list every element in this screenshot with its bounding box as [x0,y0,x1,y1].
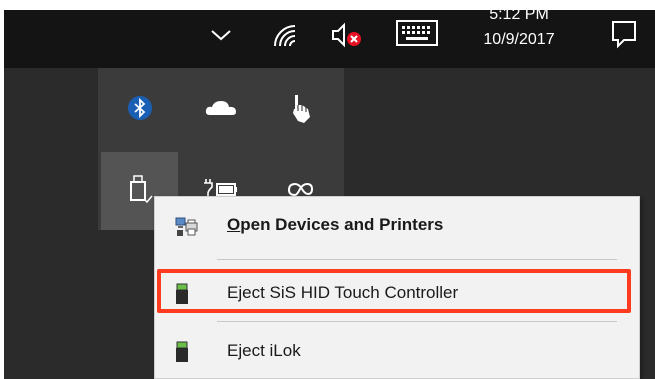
clock-date: 10/9/2017 [483,31,555,48]
menu-item-open-devices-printers[interactable]: Open Devices and Printers [155,203,639,247]
pen-touch-icon [286,91,316,129]
wifi-icon[interactable] [267,18,303,52]
tray-item-pen-touch[interactable] [262,71,339,149]
usb-drive-eject-icon [126,172,154,210]
notification-icon[interactable] [607,16,641,52]
tray-item-bluetooth[interactable] [101,71,178,149]
chevron-down-icon[interactable] [206,20,236,50]
taskbar: 5:12 PM 10/9/2017 [4,6,655,68]
tray-item-onedrive[interactable] [182,71,259,149]
devices-printers-icon [175,215,198,237]
clock-time: 5:12 PM [489,6,549,22]
menu-separator [217,321,617,322]
clock[interactable]: 5:12 PM 10/9/2017 [459,4,579,51]
bluetooth-icon [127,95,153,125]
usb-device-icon [175,341,197,363]
highlight-box [157,269,631,313]
keyboard-icon[interactable] [392,15,442,51]
context-menu: Open Devices and Printers Eject SiS HID … [154,196,640,379]
menu-item-eject-ilok[interactable]: Eject iLok [155,329,639,373]
menu-item-label: Open Devices and Printers [227,215,444,234]
menu-item-label: Eject iLok [227,341,301,360]
desktop: 5:12 PM 10/9/2017 Open Devices and Print… [4,6,655,379]
onedrive-cloud-icon [204,97,238,123]
menu-separator [217,259,617,260]
volume-muted-icon[interactable] [326,18,366,52]
